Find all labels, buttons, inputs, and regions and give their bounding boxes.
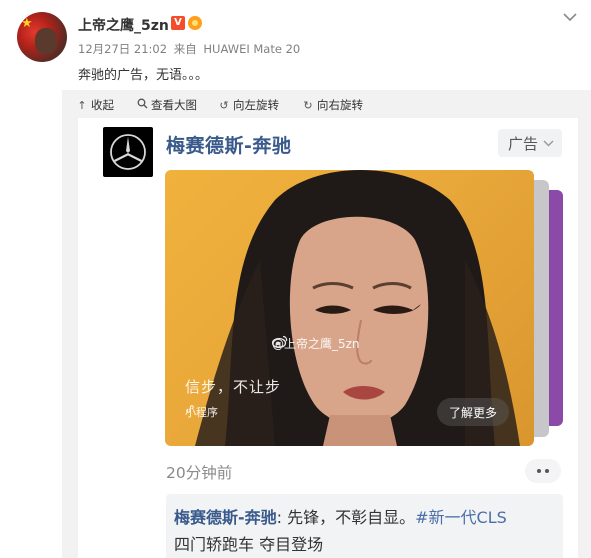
quote-hashtag[interactable]: #新一代CLS — [415, 508, 507, 527]
verified-badge-icon: V — [171, 16, 185, 30]
image-watermark: @上帝之鹰_5zn — [272, 335, 360, 352]
collapse-label: 收起 — [91, 98, 114, 112]
avatar-figure — [35, 28, 57, 54]
quote-line-2: 四门轿跑车 夺目登场 — [174, 535, 324, 554]
rotate-left-label: 向左旋转 — [233, 98, 279, 112]
rotate-right-label: 向右旋转 — [317, 98, 363, 112]
rotate-left-icon: ↺ — [219, 98, 229, 112]
ad-label: 广告 — [508, 134, 539, 153]
username[interactable]: 上帝之鹰_5zn — [78, 15, 169, 35]
weibo-logo-icon — [272, 335, 288, 348]
post-timestamp[interactable]: 12月27日 21:02 — [78, 42, 167, 56]
fan-badge-icon — [188, 16, 202, 30]
collapse-button[interactable]: ↑ 收起 — [76, 97, 114, 113]
chevron-down-icon — [543, 140, 554, 147]
ad-hero-image[interactable]: @上帝之鹰_5zn 信步，不让步 小程序 了解更多 — [165, 170, 534, 446]
mini-program-link[interactable]: 小程序 — [185, 404, 218, 420]
quote-text: : 先锋，不彰自显。 — [276, 508, 416, 527]
link-icon — [186, 405, 194, 413]
ad-slogan: 信步，不让步 — [185, 378, 282, 396]
quote-author[interactable]: 梅赛德斯-奔驰 — [174, 508, 277, 527]
user-avatar[interactable]: ★ — [17, 12, 67, 62]
more-options-button[interactable] — [525, 459, 561, 483]
dot-icon — [537, 469, 541, 473]
ad-label-dropdown[interactable]: 广告 — [498, 129, 562, 157]
rotate-right-button[interactable]: ↻ 向右旋转 — [302, 97, 363, 113]
rotate-left-button[interactable]: ↺ 向左旋转 — [218, 97, 279, 113]
quote-line-1: 梅赛德斯-奔驰: 先锋，不彰自显。#新一代CLS — [174, 504, 507, 528]
mercedes-logo-icon[interactable] — [103, 127, 153, 177]
advertiser-name[interactable]: 梅赛德斯-奔驰 — [166, 131, 291, 158]
learn-more-button[interactable]: 了解更多 — [437, 398, 509, 426]
image-toolbar: ↑ 收起 查看大图 ↺ 向左旋转 ↻ 向右旋转 — [62, 90, 591, 118]
view-large-button[interactable]: 查看大图 — [136, 97, 197, 113]
chevron-down-icon[interactable] — [562, 11, 578, 23]
ad-time-ago: 20分钟前 — [166, 464, 233, 482]
rotate-right-icon: ↻ — [303, 98, 313, 112]
ad-quote[interactable]: 梅赛德斯-奔驰: 先锋，不彰自显。#新一代CLS 四门轿跑车 夺目登场 — [166, 494, 563, 558]
arrow-up-icon: ↑ — [77, 98, 87, 112]
post-header: ★ 上帝之鹰_5zn V 12月27日 21:02 来自 HUAWEI Mate… — [0, 0, 591, 90]
carousel-next-slide-2[interactable] — [547, 190, 563, 426]
dot-icon — [545, 469, 549, 473]
view-large-label: 查看大图 — [151, 98, 197, 112]
source-prefix: 来自 — [173, 42, 197, 56]
post-text: 奔驰的广告，无语。。。 — [78, 68, 209, 83]
post-meta: 12月27日 21:02 来自 HUAWEI Mate 20 — [78, 41, 300, 57]
magnifier-icon — [136, 98, 148, 112]
carousel-next-slide-1[interactable] — [533, 180, 549, 437]
post-device: HUAWEI Mate 20 — [203, 42, 301, 56]
star-icon: ★ — [21, 16, 33, 31]
